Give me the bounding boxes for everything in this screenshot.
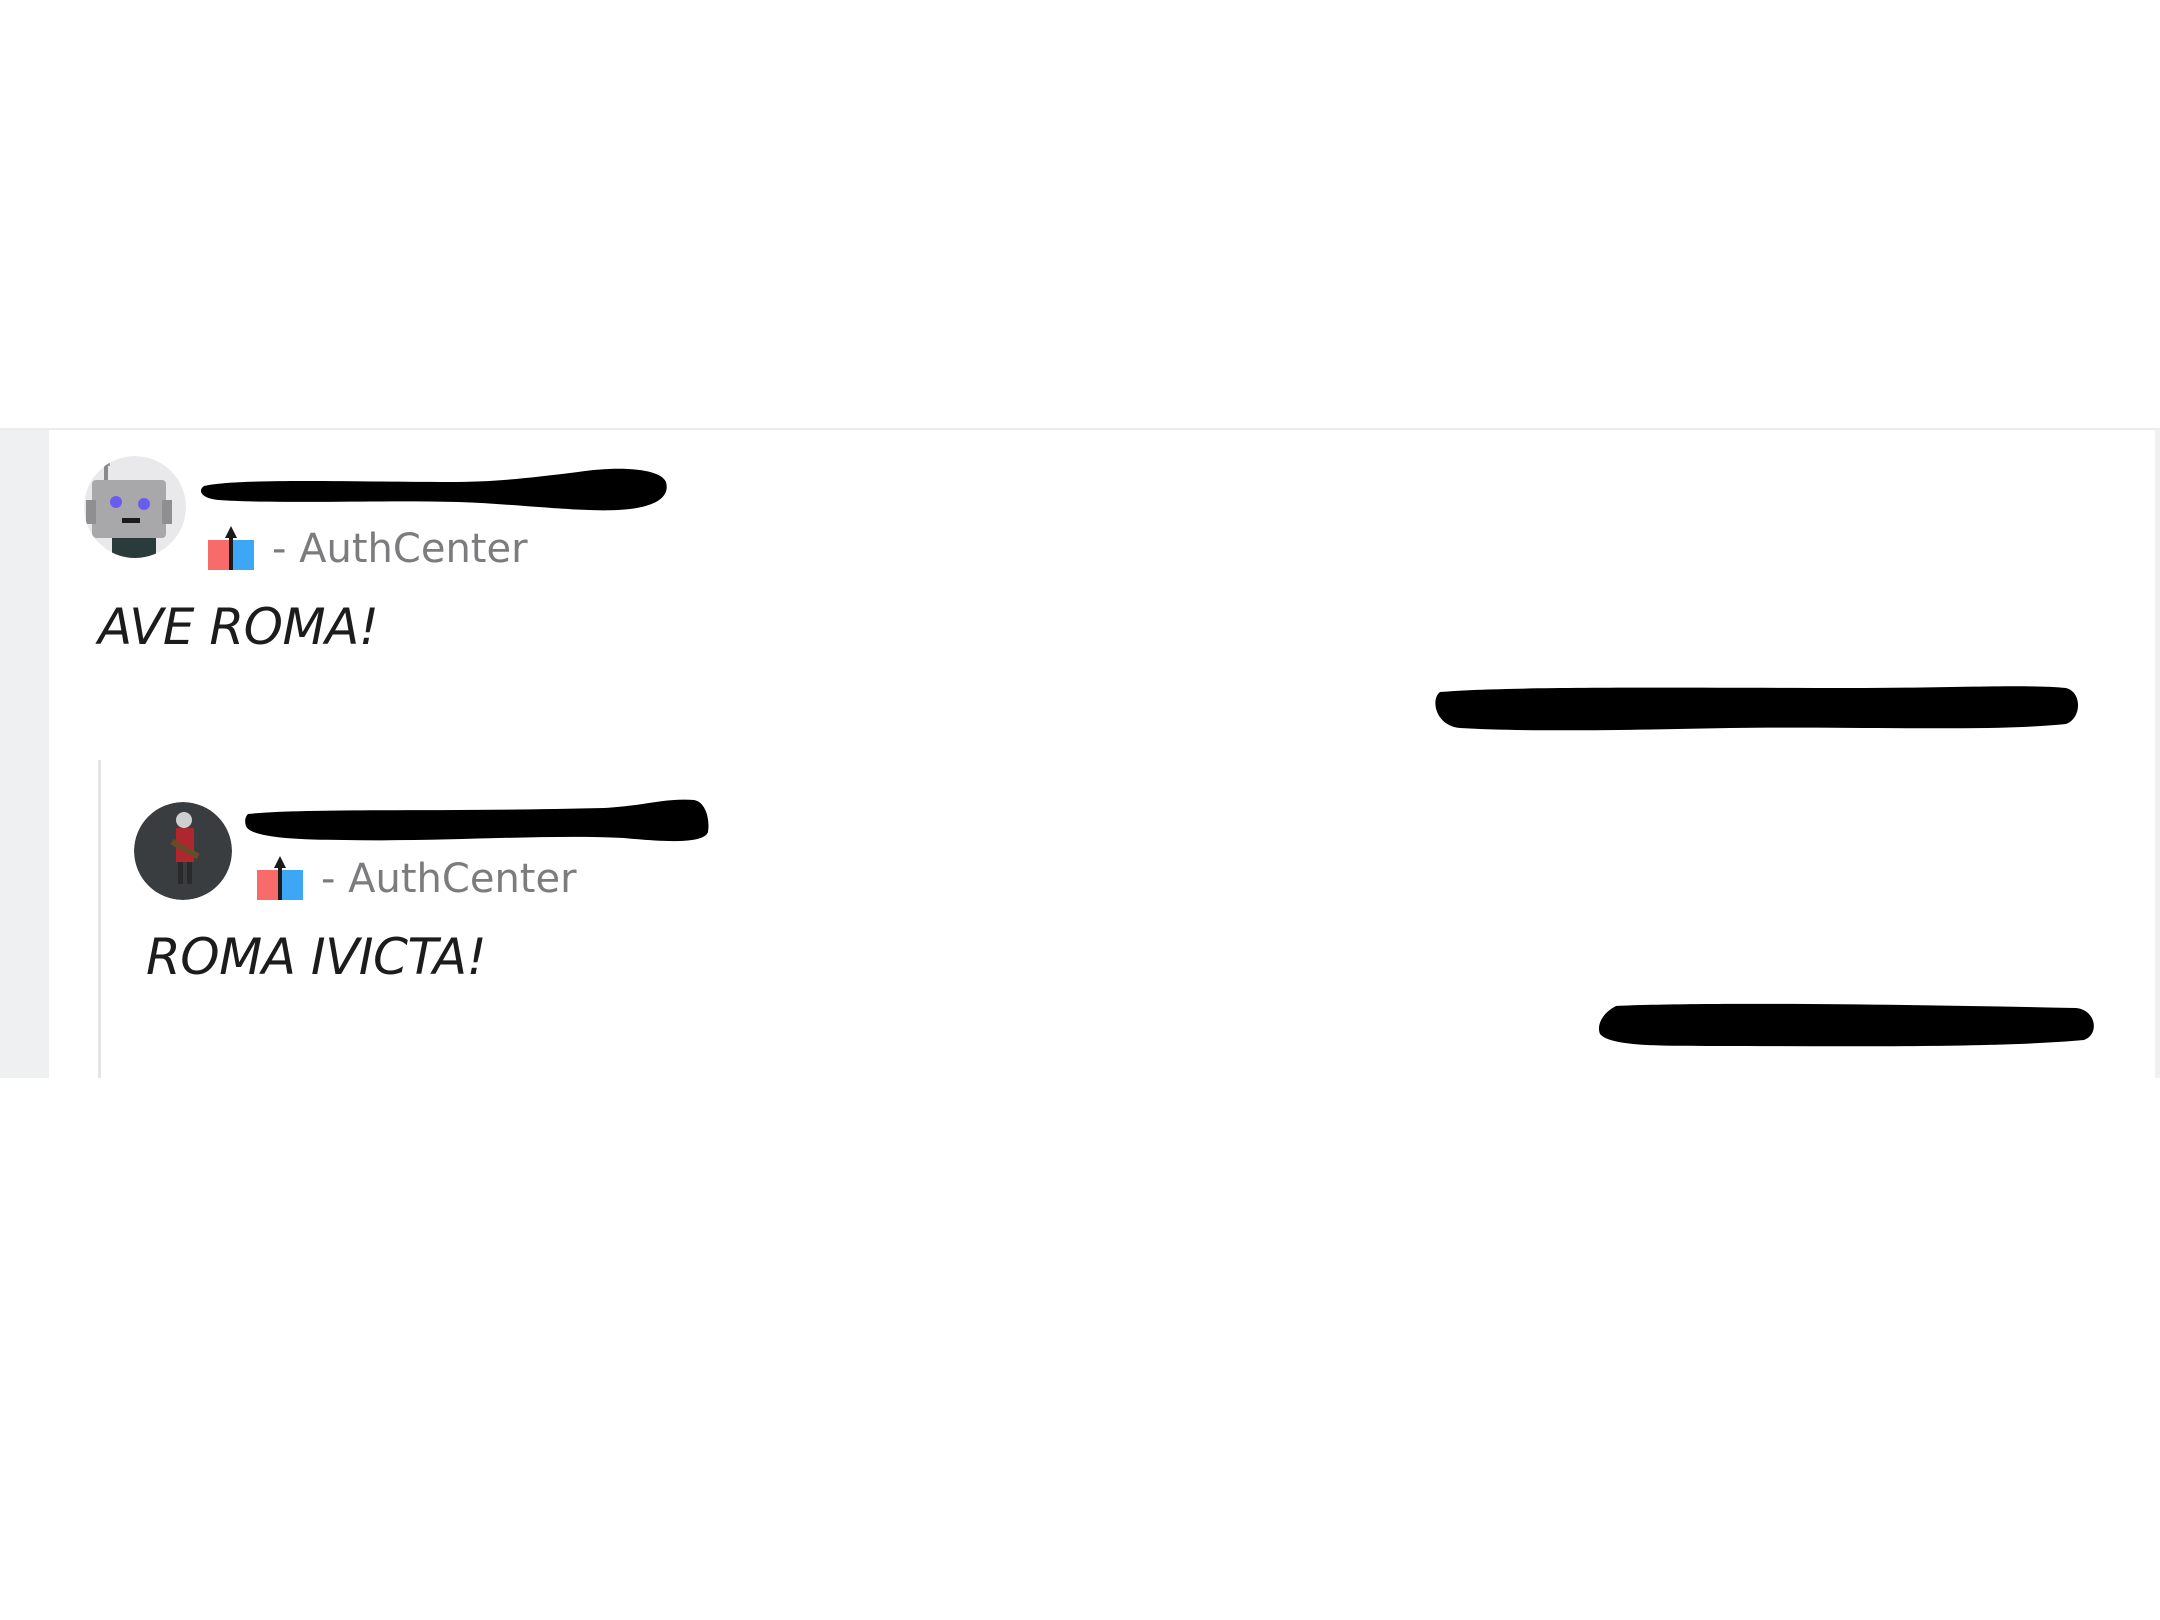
comment-body: ROMA IVICTA! bbox=[146, 928, 487, 986]
red-blue-center-flair-icon bbox=[206, 526, 256, 572]
comment-thread: - AuthCenter AVE ROMA! - AuthCenter ROMA… bbox=[0, 428, 2160, 1078]
redacted-meta bbox=[1596, 996, 2100, 1056]
roman-soldier-avatar[interactable] bbox=[134, 802, 232, 900]
flair-label: - AuthCenter bbox=[272, 526, 528, 572]
redacted-username bbox=[244, 790, 710, 852]
snoo-robot-avatar[interactable] bbox=[84, 456, 186, 558]
redacted-meta bbox=[1430, 678, 2082, 736]
thread-gutter bbox=[0, 430, 49, 1078]
comment-body: AVE ROMA! bbox=[98, 598, 379, 656]
user-flair: - AuthCenter bbox=[255, 854, 577, 904]
reply-thread-line[interactable] bbox=[98, 760, 101, 1078]
red-blue-center-flair-icon bbox=[255, 856, 305, 902]
redacted-username bbox=[198, 460, 670, 520]
user-flair: - AuthCenter bbox=[206, 524, 528, 574]
flair-label: - AuthCenter bbox=[321, 856, 577, 902]
panel-edge bbox=[2155, 430, 2160, 1078]
